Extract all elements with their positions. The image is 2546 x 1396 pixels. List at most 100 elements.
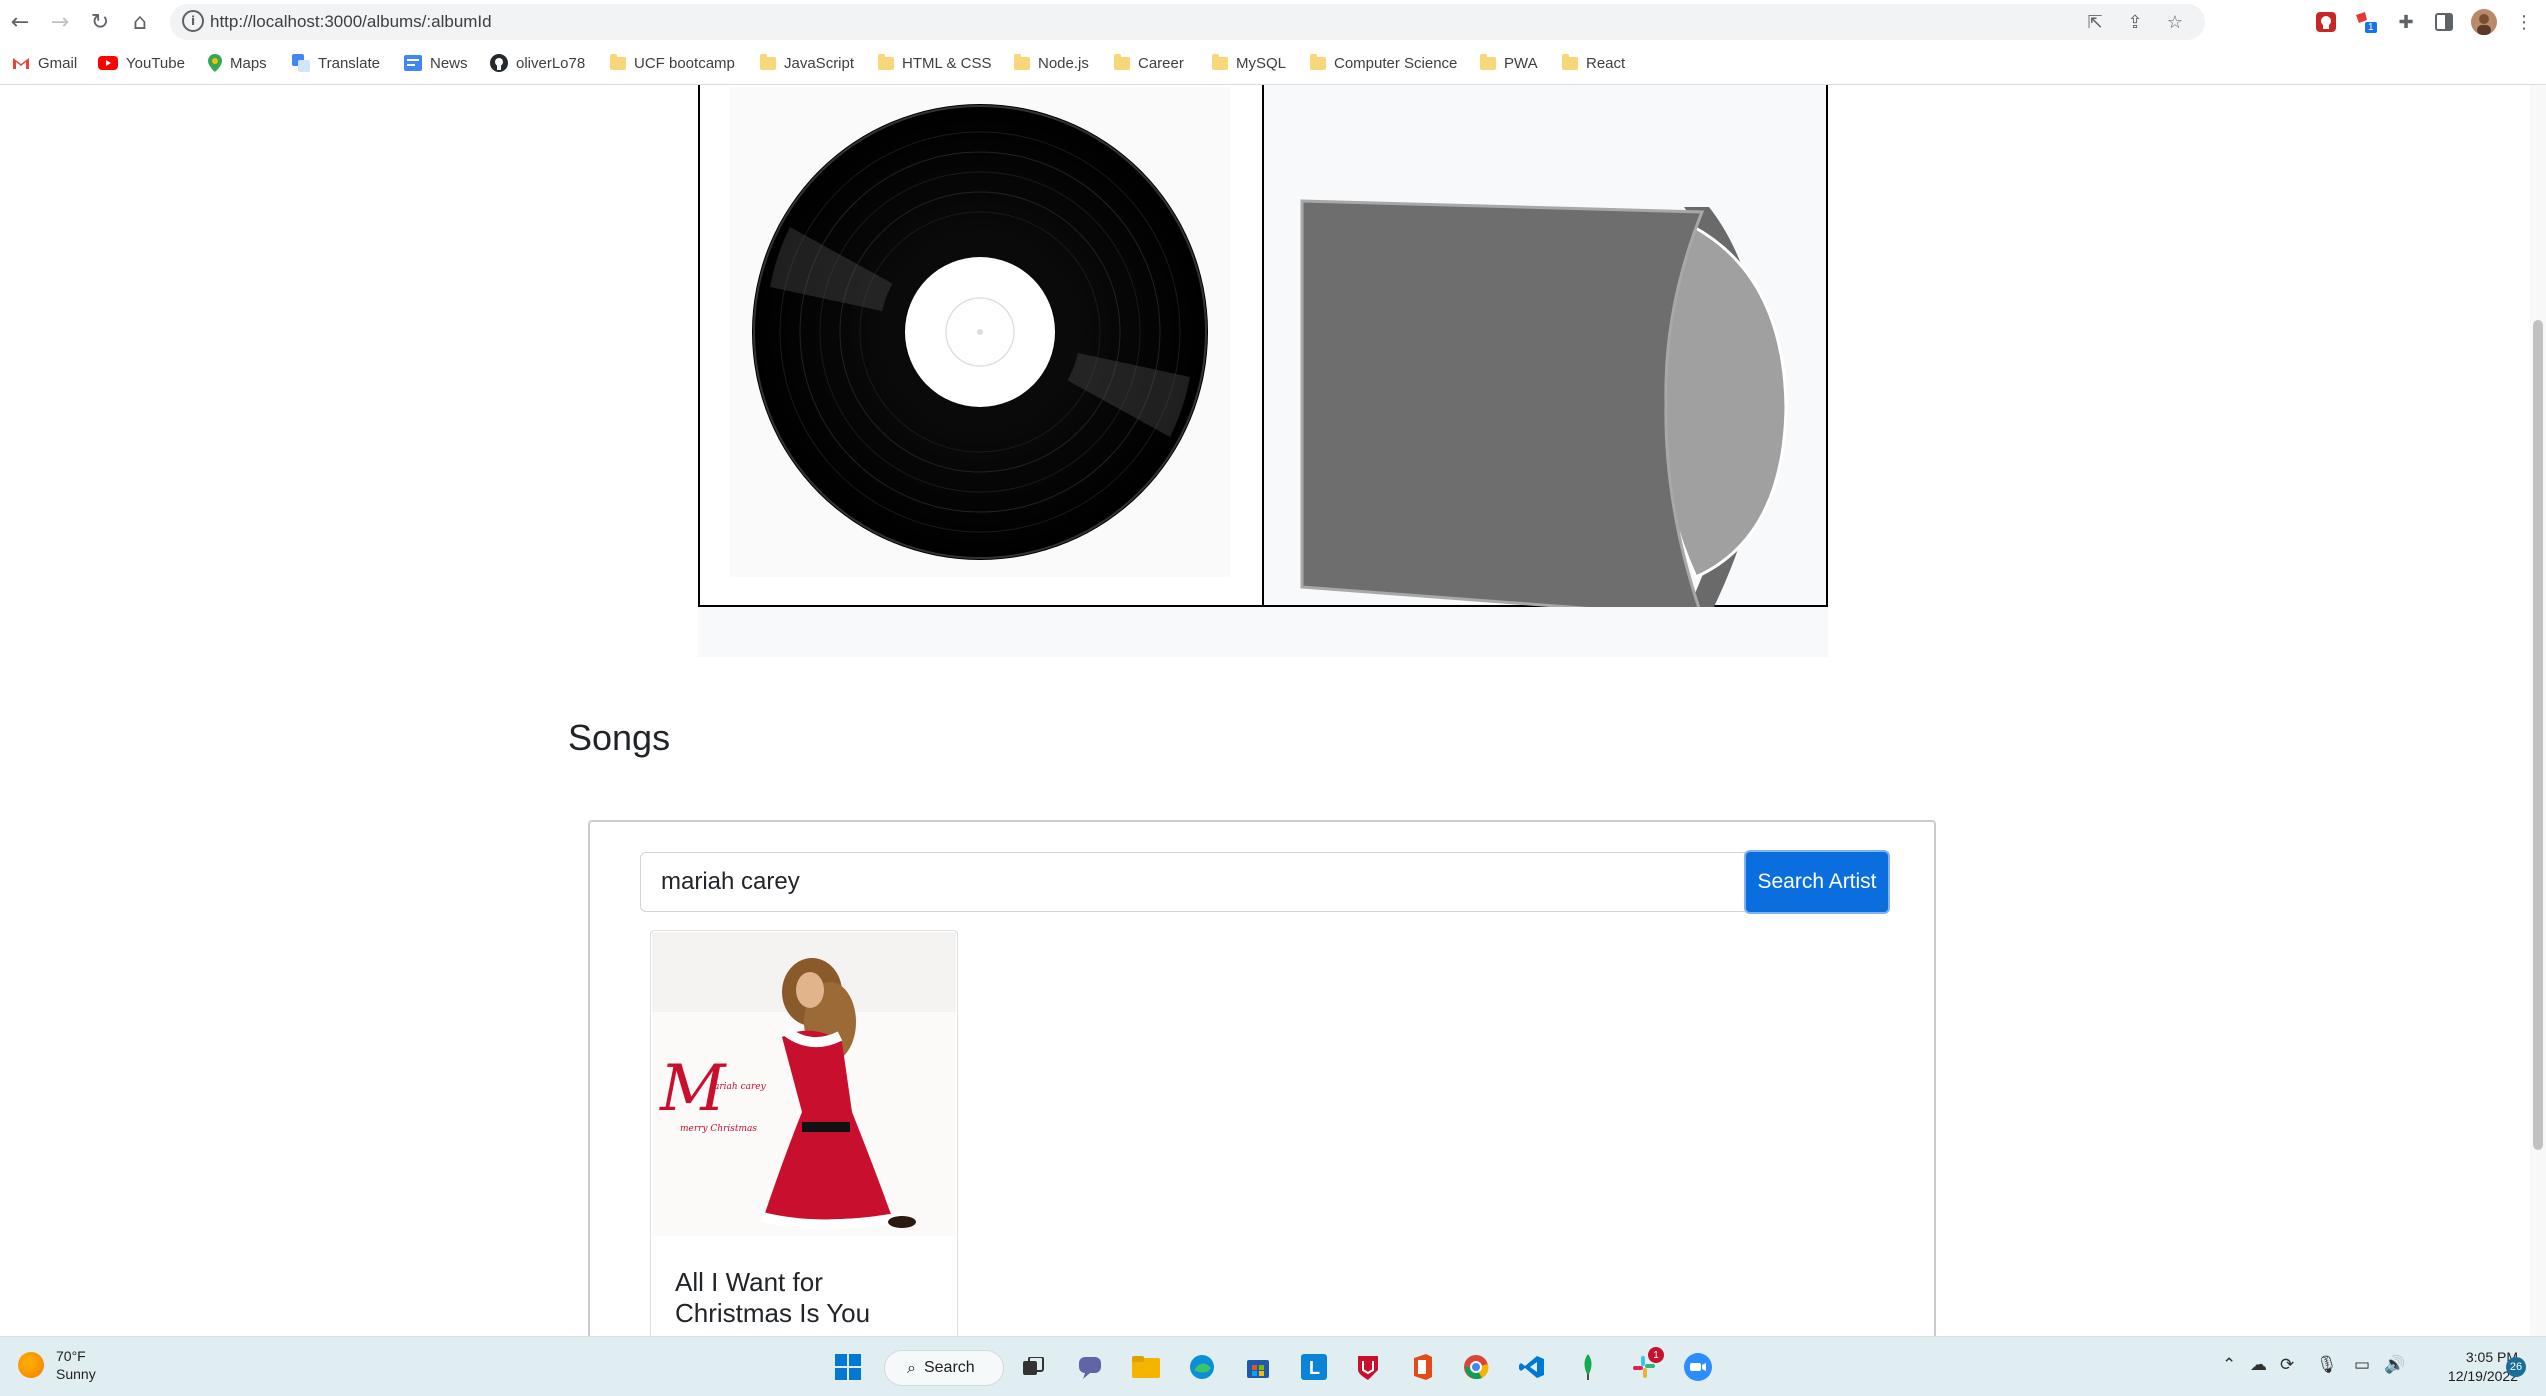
extension-red-icon[interactable]	[2312, 8, 2340, 36]
network-icon[interactable]: ▭	[2354, 1355, 2370, 1375]
back-arrow-icon[interactable]: ←	[4, 6, 36, 38]
forward-arrow-icon[interactable]: →	[44, 6, 76, 38]
artist-search-input[interactable]	[640, 852, 1750, 912]
cover-album-text: merry Christmas	[680, 1124, 758, 1134]
app-l-icon[interactable]: L	[1296, 1349, 1332, 1385]
page-content: Songs Search Artist	[0, 85, 2530, 1336]
file-explorer-icon[interactable]	[1128, 1349, 1164, 1385]
windows-taskbar: 70°F Sunny ⌕ Search L 1 ⌃ ☁ ⟳ 🎙 ▭ 🔊 3:05…	[0, 1336, 2546, 1396]
clock-time: 3:05 PM	[2465, 1349, 2518, 1365]
site-info-icon[interactable]: i	[182, 10, 204, 32]
address-bar[interactable]: i http://localhost:3000/albums/:albumId …	[170, 4, 2205, 40]
show-hidden-icons-icon[interactable]: ⌃	[2222, 1355, 2236, 1375]
bookmark-maps[interactable]: Maps	[208, 50, 267, 76]
side-panel-icon[interactable]	[2430, 8, 2458, 36]
folder-icon	[610, 53, 626, 70]
bookmark-folder-career[interactable]: Career	[1114, 50, 1184, 76]
weather-temperature: 70°F	[56, 1348, 86, 1364]
gmail-icon	[13, 58, 29, 69]
vscode-icon[interactable]	[1514, 1349, 1550, 1385]
cover-artist-text: ariah carey	[714, 1082, 766, 1092]
github-icon	[490, 54, 508, 72]
news-icon	[404, 55, 422, 71]
search-icon: ⌕	[907, 1358, 916, 1377]
bookmark-label: oliverLo78	[516, 54, 586, 72]
bookmark-label: UCF bootcamp	[634, 54, 735, 72]
bookmark-youtube[interactable]: YouTube	[98, 50, 185, 76]
bookmark-folder-html-css[interactable]: HTML & CSS	[878, 50, 991, 76]
maps-icon	[208, 54, 222, 72]
browser-menu-icon[interactable]: ⋮	[2510, 8, 2538, 36]
bookmark-github[interactable]: oliverLo78	[490, 50, 585, 76]
weather-description: Sunny	[56, 1366, 96, 1382]
notification-badge[interactable]: 26	[2506, 1357, 2526, 1377]
folder-icon	[760, 53, 776, 70]
album-cover-image: M ariah carey merry Christmas	[652, 932, 956, 1236]
reload-icon[interactable]: ↻	[84, 6, 116, 38]
search-artist-button[interactable]: Search Artist	[1744, 850, 1890, 914]
song-result-card[interactable]: M ariah carey merry Christmas All I Want…	[650, 930, 958, 1336]
page-scrollbar[interactable]	[2530, 85, 2546, 1336]
task-view-icon[interactable]	[1016, 1349, 1052, 1385]
songs-card: Search Artist M	[588, 820, 1936, 1336]
extensions-puzzle-icon[interactable]: ✚	[2392, 8, 2420, 36]
bookmark-star-icon[interactable]: ☆	[2161, 8, 2189, 36]
windows-start-icon[interactable]	[830, 1349, 866, 1385]
mongodb-compass-icon[interactable]	[1570, 1349, 1606, 1385]
folder-icon	[1480, 53, 1496, 70]
songs-heading: Songs	[568, 717, 671, 758]
zoom-icon[interactable]	[1680, 1349, 1716, 1385]
folder-icon	[1562, 53, 1578, 70]
bookmark-label: News	[430, 54, 468, 72]
open-in-app-icon[interactable]: ⇱	[2081, 8, 2109, 36]
bookmark-label: YouTube	[126, 54, 185, 72]
bookmark-translate[interactable]: Translate	[292, 50, 380, 76]
bookmark-label: Career	[1138, 54, 1184, 72]
chrome-icon[interactable]	[1458, 1349, 1494, 1385]
taskbar-search-label: Search	[923, 1359, 975, 1376]
browser-toolbar: ← → ↻ ⌂ i http://localhost:3000/albums/:…	[0, 0, 2546, 44]
folder-icon	[1114, 53, 1130, 70]
bookmark-gmail[interactable]: Gmail	[12, 50, 77, 76]
bookmark-folder-mysql[interactable]: MySQL	[1212, 50, 1286, 76]
bookmark-folder-pwa[interactable]: PWA	[1480, 50, 1538, 76]
bookmark-label: MySQL	[1236, 54, 1287, 72]
bookmark-folder-javascript[interactable]: JavaScript	[760, 50, 854, 76]
weather-widget[interactable]: 70°F Sunny	[18, 1347, 96, 1383]
bookmark-label: Node.js	[1038, 54, 1089, 72]
folder-icon	[1212, 53, 1228, 70]
bookmark-folder-nodejs[interactable]: Node.js	[1014, 50, 1089, 76]
bookmark-label: HTML & CSS	[902, 54, 992, 72]
system-clock[interactable]: 3:05 PM 12/19/2022	[2418, 1348, 2518, 1386]
folder-icon	[878, 53, 894, 70]
bookmark-folder-react[interactable]: React	[1562, 50, 1625, 76]
microsoft-store-icon[interactable]	[1240, 1349, 1276, 1385]
bookmark-folder-computer-science[interactable]: Computer Science	[1310, 50, 1457, 76]
bookmarks-bar: Gmail YouTube Maps Translate News oliver…	[0, 48, 2546, 78]
scrollbar-thumb[interactable]	[2533, 320, 2543, 1150]
home-icon[interactable]: ⌂	[124, 6, 156, 38]
slack-icon[interactable]: 1	[1626, 1347, 1664, 1385]
sun-icon	[18, 1352, 44, 1378]
bookmark-label: JavaScript	[784, 54, 855, 72]
bookmark-news[interactable]: News	[404, 50, 468, 76]
onedrive-error-icon[interactable]: ☁	[2250, 1355, 2267, 1375]
album-display	[698, 85, 1828, 619]
clock-date: 12/19/2022	[2447, 1368, 2518, 1384]
teams-chat-icon[interactable]	[1072, 1349, 1108, 1385]
extension-badge-icon[interactable]: 1	[2352, 8, 2380, 36]
microphone-icon[interactable]: 🎙	[2316, 1355, 2338, 1375]
slack-badge: 1	[1648, 1347, 1664, 1363]
share-icon[interactable]: ⇪	[2121, 8, 2149, 36]
sync-icon[interactable]: ⟳	[2280, 1355, 2294, 1375]
browser-chrome: ← → ↻ ⌂ i http://localhost:3000/albums/:…	[0, 0, 2546, 85]
edge-browser-icon[interactable]	[1184, 1349, 1220, 1385]
bookmark-folder-ucf[interactable]: UCF bootcamp	[610, 50, 735, 76]
extension-badge-count: 1	[2368, 22, 2374, 33]
profile-avatar[interactable]	[2470, 8, 2498, 36]
url-text[interactable]: http://localhost:3000/albums/:albumId	[210, 12, 492, 32]
office-icon[interactable]	[1404, 1349, 1440, 1385]
mcafee-icon[interactable]	[1350, 1349, 1386, 1385]
volume-icon[interactable]: 🔊	[2384, 1355, 2405, 1375]
taskbar-search[interactable]: ⌕ Search	[884, 1350, 1004, 1386]
